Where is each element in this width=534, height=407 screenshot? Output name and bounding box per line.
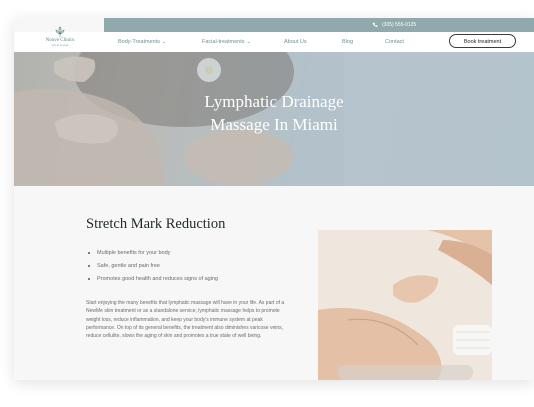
list-item: Multiple benefits for your body [88, 247, 218, 260]
phone-number[interactable]: (305) 555-0125 [382, 20, 416, 30]
hero-title-line-1: Lymphatic Drainage [204, 92, 344, 111]
nav-facial-treatments[interactable]: Facial-treatments ⌄ [202, 38, 251, 46]
site-logo[interactable]: Nouve Clinics Spa & Lounge [42, 26, 78, 54]
hero-title: Lymphatic Drainage Massage In Miami [14, 90, 534, 136]
chevron-down-icon: ⌄ [161, 39, 167, 45]
benefits-list: Multiple benefits for your body Safe, ge… [88, 247, 218, 286]
nav-blog[interactable]: Blog [342, 38, 353, 46]
top-bar: (305) 555-0125 f p [104, 18, 534, 32]
leg-treatment-image [318, 230, 492, 380]
logo-tagline: Spa & Lounge [51, 43, 69, 47]
hero-title-line-2: Massage In Miami [210, 115, 338, 134]
nav-about-us[interactable]: About Us [284, 38, 307, 46]
nav-label: Facial-treatments [202, 39, 245, 45]
nav-label: Body-Treatments [118, 39, 160, 45]
chevron-down-icon: ⌄ [246, 39, 251, 45]
treatment-photo [318, 230, 492, 380]
section-title: Stretch Mark Reduction [86, 216, 226, 232]
description-paragraph: Start enjoying the many benefits that ly… [86, 300, 285, 340]
phone-contact[interactable]: (305) 555-0125 [372, 20, 416, 30]
hero-banner: Lymphatic Drainage Massage In Miami [14, 52, 534, 186]
main-nav: Nouve Clinics Spa & Lounge Body-Treatmen… [14, 26, 534, 52]
lotus-logo-icon [55, 26, 65, 37]
book-treatment-button[interactable]: Book treatment [449, 34, 516, 48]
page-card: (305) 555-0125 f p Nouve Clinics S [14, 18, 534, 380]
list-item: Promotes good health and reduces signs o… [88, 273, 218, 286]
list-item: Safe, gentle and pain free [88, 260, 218, 273]
nav-body-treatments[interactable]: Body-Treatments ⌄ [118, 38, 166, 46]
nav-contact[interactable]: Contact [385, 38, 404, 46]
phone-icon [372, 22, 378, 27]
